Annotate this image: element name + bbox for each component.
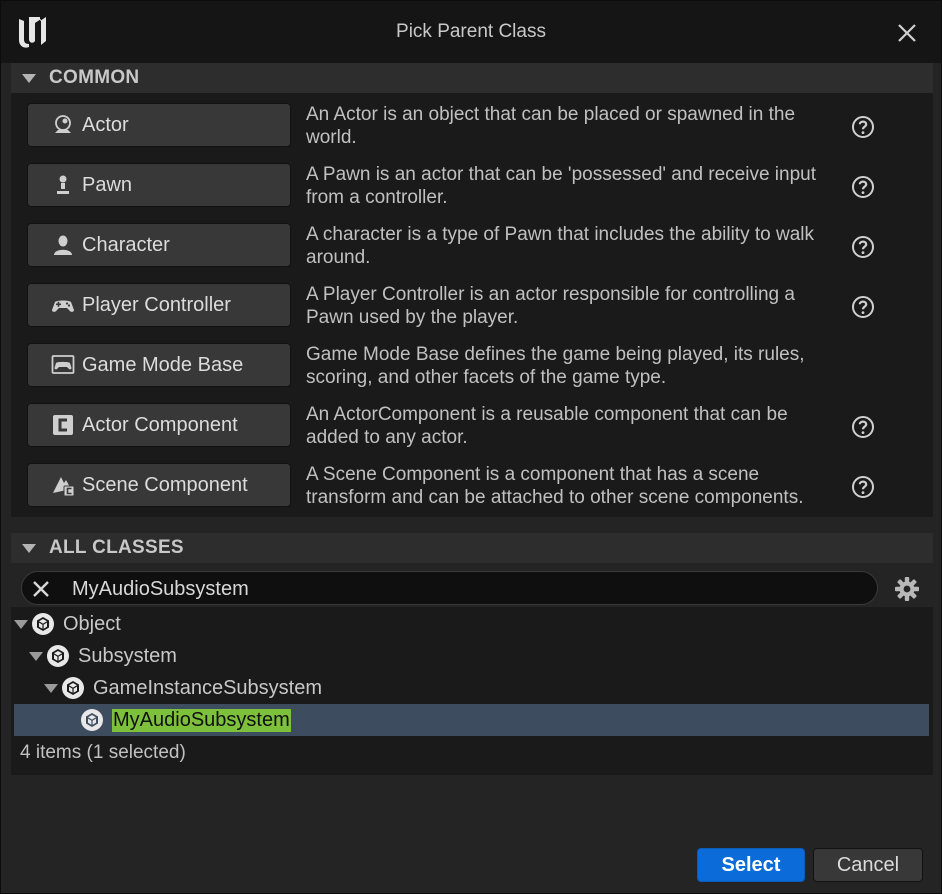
- expand-arrow-icon[interactable]: [29, 651, 43, 661]
- all-classes-section-header[interactable]: ALL CLASSES: [11, 533, 933, 563]
- actor-component-icon: [50, 412, 76, 438]
- collapse-triangle-icon: [22, 73, 36, 83]
- scene-component-class-description: A Scene Component is a component that ha…: [306, 464, 804, 508]
- actor-class-label: Actor: [82, 113, 129, 136]
- help-icon[interactable]: [851, 115, 875, 139]
- player-controller-class-button[interactable]: Player Controller: [27, 283, 291, 327]
- select-button[interactable]: Select: [697, 848, 805, 882]
- tree-item-game-instance-subsystem[interactable]: GameInstanceSubsystem: [14, 672, 899, 704]
- character-icon: [50, 232, 76, 258]
- pawn-icon: [50, 172, 76, 198]
- common-section-header[interactable]: COMMON: [11, 63, 933, 93]
- game-mode-base-class-label: Game Mode Base: [82, 353, 244, 376]
- item-count-status: 4 items (1 selected): [20, 742, 186, 763]
- pawn-class-description: A Pawn is an actor that can be 'possesse…: [306, 164, 817, 208]
- actor-class-button[interactable]: Actor: [27, 103, 291, 147]
- collapse-triangle-icon: [22, 543, 36, 553]
- help-icon[interactable]: [851, 415, 875, 439]
- tree-item-label: Object: [63, 612, 121, 635]
- dialog-title: Pick Parent Class: [396, 21, 546, 42]
- common-classes-panel: Actor An Actor is an object that can be …: [11, 93, 933, 517]
- tree-item-subsystem[interactable]: Subsystem: [14, 640, 914, 672]
- help-icon[interactable]: [851, 235, 875, 259]
- actor-icon: [50, 112, 76, 138]
- player-controller-class-label: Player Controller: [82, 293, 231, 316]
- game-mode-base-class-button[interactable]: Game Mode Base: [27, 343, 291, 387]
- tree-item-label: Subsystem: [78, 644, 177, 667]
- game-mode-icon: [50, 352, 76, 378]
- common-class-row-game-mode-base: Game Mode Base Game Mode Base defines th…: [11, 333, 933, 393]
- class-cube-icon: [47, 645, 69, 667]
- all-classes-section-label: ALL CLASSES: [49, 537, 184, 558]
- tree-item-my-audio-subsystem[interactable]: MyAudioSubsystem: [14, 704, 929, 736]
- common-class-row-player-controller: Player Controller A Player Controller is…: [11, 273, 933, 333]
- actor-component-class-description: An ActorComponent is a reusable componen…: [306, 404, 788, 448]
- character-class-description: A character is a type of Pawn that inclu…: [306, 224, 814, 268]
- game-mode-base-class-description: Game Mode Base defines the game being pl…: [306, 344, 805, 388]
- common-section-label: COMMON: [49, 67, 140, 88]
- scene-component-class-label: Scene Component: [82, 473, 248, 496]
- common-class-row-actor: Actor An Actor is an object that can be …: [11, 93, 933, 153]
- common-class-row-actor-component: Actor Component An ActorComponent is a r…: [11, 393, 933, 453]
- class-search-input[interactable]: [72, 576, 862, 602]
- player-controller-class-description: A Player Controller is an actor responsi…: [306, 284, 795, 328]
- pawn-class-button[interactable]: Pawn: [27, 163, 291, 207]
- help-icon[interactable]: [851, 175, 875, 199]
- actor-component-class-button[interactable]: Actor Component: [27, 403, 291, 447]
- character-class-label: Character: [82, 233, 170, 256]
- expand-arrow-icon[interactable]: [14, 619, 28, 629]
- help-icon[interactable]: [851, 295, 875, 319]
- character-class-button[interactable]: Character: [27, 223, 291, 267]
- scene-component-icon: [50, 472, 76, 498]
- pawn-class-label: Pawn: [82, 173, 133, 196]
- class-cube-icon: [81, 709, 103, 731]
- gamepad-icon: [50, 292, 76, 318]
- actor-component-class-label: Actor Component: [82, 413, 238, 436]
- cancel-button[interactable]: Cancel: [813, 848, 923, 882]
- scene-component-class-button[interactable]: Scene Component: [27, 463, 291, 507]
- help-icon[interactable]: [851, 475, 875, 499]
- class-cube-icon: [62, 677, 84, 699]
- actor-class-description: An Actor is an object that can be placed…: [306, 104, 796, 148]
- common-class-row-pawn: Pawn A Pawn is an actor that can be 'pos…: [11, 153, 933, 213]
- tree-item-object[interactable]: Object: [14, 608, 929, 640]
- pick-parent-class-dialog: Pick Parent Class COMMON Actor An Actor …: [0, 0, 942, 894]
- gear-icon[interactable]: [894, 576, 920, 602]
- common-class-row-scene-component: Scene Component A Scene Component is a c…: [11, 453, 933, 513]
- common-class-row-character: Character A character is a type of Pawn …: [11, 213, 933, 273]
- expand-arrow-icon[interactable]: [44, 683, 58, 693]
- class-cube-icon: [32, 613, 54, 635]
- tree-item-label: GameInstanceSubsystem: [93, 676, 322, 699]
- class-search-box: [21, 571, 878, 605]
- tree-item-label: MyAudioSubsystem: [112, 708, 291, 732]
- close-icon[interactable]: [895, 21, 919, 45]
- clear-search-icon[interactable]: [30, 578, 52, 600]
- title-bar[interactable]: Pick Parent Class: [1, 1, 941, 63]
